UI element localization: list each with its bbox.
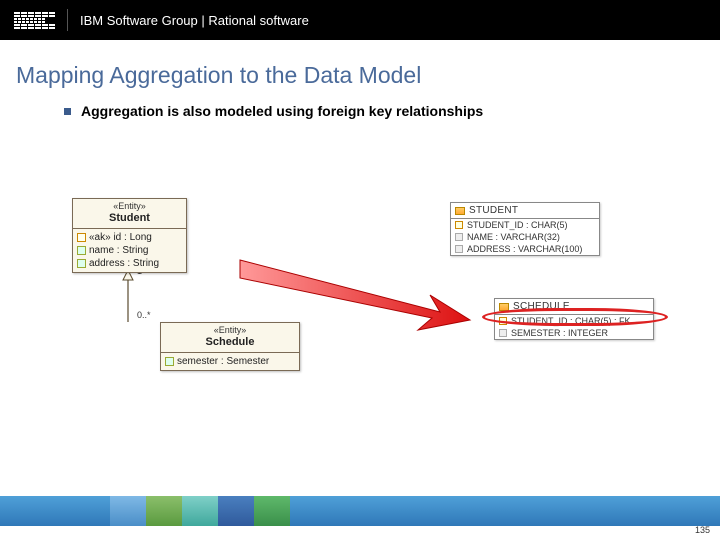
key-icon	[77, 233, 86, 242]
footer-swatches	[110, 496, 290, 526]
col-icon	[499, 329, 507, 337]
attr-row: semester : Semester	[165, 355, 295, 368]
page-title: Mapping Aggregation to the Data Model	[16, 62, 720, 89]
bullet-text: Aggregation is also modeled using foreig…	[81, 103, 483, 119]
pk-icon	[455, 221, 463, 229]
attr-icon	[165, 357, 174, 366]
attr-icon	[77, 259, 86, 268]
attr-icon	[77, 246, 86, 255]
entity-name: Schedule	[167, 336, 293, 350]
bullet-row: Aggregation is also modeled using foreig…	[64, 103, 720, 119]
table-schedule: SCHEDULE STUDENT_ID : CHAR(5) : FK SEMES…	[494, 298, 654, 340]
table-name: SCHEDULE	[513, 301, 570, 312]
table-col-fk: STUDENT_ID : CHAR(5) : FK	[495, 315, 653, 327]
table-col: ADDRESS : VARCHAR(100)	[451, 243, 599, 255]
entity-student: «Entity» Student «ak» id : Long name : S…	[72, 198, 187, 273]
attr-row: «ak» id : Long	[77, 231, 182, 244]
col-icon	[455, 233, 463, 241]
attr-row: address : String	[77, 257, 182, 270]
table-col: NAME : VARCHAR(32)	[451, 231, 599, 243]
attr-row: name : String	[77, 244, 182, 257]
header-bar: IBM Software Group | Rational software	[0, 0, 720, 40]
entity-schedule: «Entity» Schedule semester : Semester	[160, 322, 300, 371]
table-name: STUDENT	[469, 205, 518, 216]
table-icon	[499, 303, 509, 311]
page-number: 135	[695, 525, 710, 535]
ibm-logo	[14, 12, 55, 29]
bullet-icon	[64, 108, 71, 115]
entity-stereotype: «Entity»	[79, 201, 180, 212]
footer-bar	[0, 496, 720, 526]
table-col: SEMESTER : INTEGER	[495, 327, 653, 339]
entity-stereotype: «Entity»	[167, 325, 293, 336]
fk-icon	[499, 317, 507, 325]
table-col: STUDENT_ID : CHAR(5)	[451, 219, 599, 231]
entity-name: Student	[79, 212, 180, 226]
col-icon	[455, 245, 463, 253]
table-student: STUDENT STUDENT_ID : CHAR(5) NAME : VARC…	[450, 202, 600, 256]
header-group-text: IBM Software Group | Rational software	[67, 9, 309, 31]
diagram-area: 1 0..* «Entity» Student «ak» id : Long n…	[0, 160, 720, 460]
table-icon	[455, 207, 465, 215]
